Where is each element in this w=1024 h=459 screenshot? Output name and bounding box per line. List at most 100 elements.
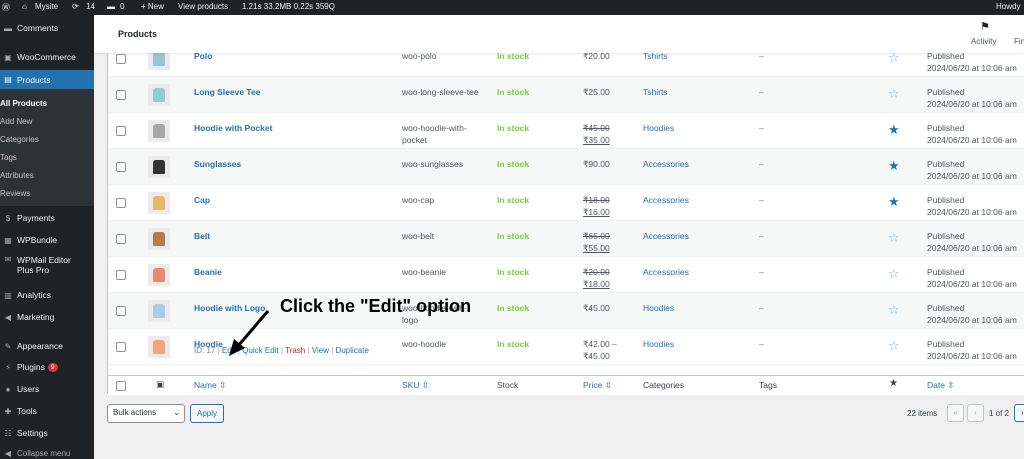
callout-text: Click the "Edit" option — [280, 296, 472, 316]
product-category-link[interactable]: Hoodies — [643, 122, 674, 134]
sort-by-price[interactable]: Price ⇳ — [583, 380, 612, 391]
product-category-link[interactable]: Hoodies — [643, 338, 674, 350]
updates-icon[interactable]: ⟳ — [72, 2, 79, 11]
product-thumbnail[interactable] — [148, 300, 170, 322]
flag-icon[interactable]: ⚑ — [980, 20, 990, 33]
payments-icon: $ — [5, 213, 11, 223]
product-image — [153, 304, 165, 318]
featured-star-icon[interactable]: ☆ — [888, 87, 900, 100]
submenu-categories[interactable]: Categories — [0, 135, 39, 144]
first-page-button[interactable]: « — [947, 404, 964, 422]
row-checkbox[interactable] — [116, 162, 126, 172]
product-thumbnail[interactable] — [148, 84, 170, 106]
menu-wpmail-editor[interactable]: ✉ WPMail Editor Plus Pro — [0, 255, 94, 275]
duplicate-link[interactable]: Duplicate — [336, 346, 369, 355]
featured-star-icon[interactable]: ☆ — [888, 231, 900, 244]
featured-star-icon[interactable]: ☆ — [888, 339, 900, 352]
admin-sidebar: ▬ Comments ▣ WooCommerce ▤ Products All Pro… — [0, 15, 94, 459]
trash-link[interactable]: Trash — [285, 346, 305, 355]
featured-star-icon[interactable]: ☆ — [888, 267, 900, 280]
prev-page-button[interactable]: ‹ — [967, 404, 984, 422]
row-checkbox[interactable] — [116, 270, 126, 280]
sort-icon: ⇳ — [604, 380, 612, 390]
menu-comments[interactable]: ▬ Comments — [0, 23, 94, 33]
view-products-link[interactable]: View products — [178, 2, 228, 11]
next-page-button[interactable]: › — [1014, 404, 1024, 422]
howdy-user-menu[interactable]: Howdy — [996, 2, 1020, 11]
product-thumbnail[interactable] — [148, 156, 170, 178]
publish-datetime: 2024/06/20 at 10:06 am — [927, 351, 1017, 361]
product-name-link[interactable]: Beanie — [194, 266, 222, 278]
product-category-link[interactable]: Accessories — [643, 266, 689, 278]
product-image — [153, 340, 165, 354]
row-checkbox[interactable] — [116, 126, 126, 136]
site-name-link[interactable]: Mysite — [35, 2, 58, 11]
product-name-link[interactable]: Long Sleeve Tee — [194, 86, 260, 98]
comments-icon[interactable]: ▬ — [107, 2, 115, 11]
view-link[interactable]: View — [312, 346, 329, 355]
menu-plugins[interactable]: ⚡ Plugins 9 — [0, 362, 94, 372]
menu-woocommerce[interactable]: ▣ WooCommerce — [0, 52, 94, 62]
submenu-add-new[interactable]: Add New — [0, 117, 32, 126]
featured-star-icon[interactable]: ★ — [888, 159, 900, 172]
menu-users[interactable]: ● Users — [0, 384, 94, 394]
product-thumbnail[interactable] — [148, 120, 170, 142]
product-name-link[interactable]: Sunglasses — [194, 158, 241, 170]
featured-star-icon[interactable]: ☆ — [888, 303, 900, 316]
menu-wpbundle[interactable]: ▦ WPBundle — [0, 235, 94, 245]
product-sku: woo-beanie — [402, 267, 446, 277]
bulk-actions-select[interactable]: Bulk actions ⌄ — [107, 404, 185, 423]
menu-analytics[interactable]: ▥ Analytics — [0, 290, 94, 300]
activity-button[interactable]: Activity — [971, 37, 996, 46]
product-category-link[interactable]: Accessories — [643, 158, 689, 170]
publish-date: Published 2024/06/20 at 10:06 am — [927, 122, 1017, 146]
product-category-link[interactable]: Accessories — [643, 230, 689, 242]
featured-star-icon[interactable]: ★ — [888, 123, 900, 136]
submenu-all-products[interactable]: All Products — [0, 99, 47, 108]
menu-appearance[interactable]: ✎ Appearance — [0, 341, 94, 351]
product-thumbnail[interactable] — [148, 192, 170, 214]
featured-star-icon[interactable]: ★ — [888, 195, 900, 208]
quick-edit-link[interactable]: Quick Edit — [242, 346, 278, 355]
submenu-tags[interactable]: Tags — [0, 153, 17, 162]
menu-tools[interactable]: ✚ Tools — [0, 406, 94, 416]
featured-star-icon[interactable]: ☆ — [888, 51, 900, 64]
new-content-link[interactable]: + New — [141, 2, 164, 11]
comments-count[interactable]: 0 — [120, 2, 124, 11]
row-checkbox[interactable] — [116, 234, 126, 244]
query-monitor-stats[interactable]: 1.21s 33.2MB 0.22s 359Q — [242, 2, 335, 11]
sort-by-name[interactable]: Name ⇳ — [194, 380, 226, 391]
submenu-attributes[interactable]: Attributes — [0, 171, 34, 180]
product-category-link[interactable]: Accessories — [643, 194, 689, 206]
sort-by-date[interactable]: Date ⇳ — [927, 380, 954, 391]
finish-setup-button[interactable]: Fin — [1014, 37, 1024, 46]
submenu-reviews[interactable]: Reviews — [0, 189, 30, 198]
menu-payments[interactable]: $ Payments — [0, 213, 94, 223]
collapse-menu-button[interactable]: ◀ Collapse menu — [0, 449, 94, 458]
menu-products[interactable]: ▤ Products — [0, 70, 94, 89]
product-price: ₹45.00 — [583, 303, 610, 313]
row-checkbox[interactable] — [116, 90, 126, 100]
product-category-link[interactable]: Tshirts — [643, 86, 668, 98]
product-name-link[interactable]: Hoodie with Pocket — [194, 122, 272, 134]
product-thumbnail[interactable] — [148, 228, 170, 250]
product-thumbnail[interactable] — [148, 264, 170, 286]
row-checkbox[interactable] — [116, 198, 126, 208]
row-checkbox[interactable] — [116, 306, 126, 316]
product-thumbnail[interactable] — [148, 336, 170, 358]
sort-by-sku[interactable]: SKU ⇳ — [402, 380, 429, 391]
updates-count[interactable]: 14 — [86, 2, 95, 11]
wordpress-logo-icon[interactable]: Ⓦ — [2, 2, 10, 13]
select-all-checkbox[interactable] — [116, 381, 126, 391]
featured-star-icon[interactable]: ★ — [889, 378, 898, 389]
product-name-link[interactable]: Cap — [194, 194, 210, 206]
row-checkbox[interactable] — [116, 342, 126, 352]
row-checkbox[interactable] — [116, 54, 126, 64]
product-category-link[interactable]: Hoodies — [643, 302, 674, 314]
menu-settings[interactable]: ☷ Settings — [0, 428, 94, 438]
product-name-link[interactable]: Hoodie with Logo — [194, 302, 265, 314]
apply-button[interactable]: Apply — [190, 404, 224, 423]
menu-marketing[interactable]: ◀ Marketing — [0, 312, 94, 322]
product-name-link[interactable]: Belt — [194, 230, 210, 242]
edit-link[interactable]: Edit — [222, 346, 236, 355]
